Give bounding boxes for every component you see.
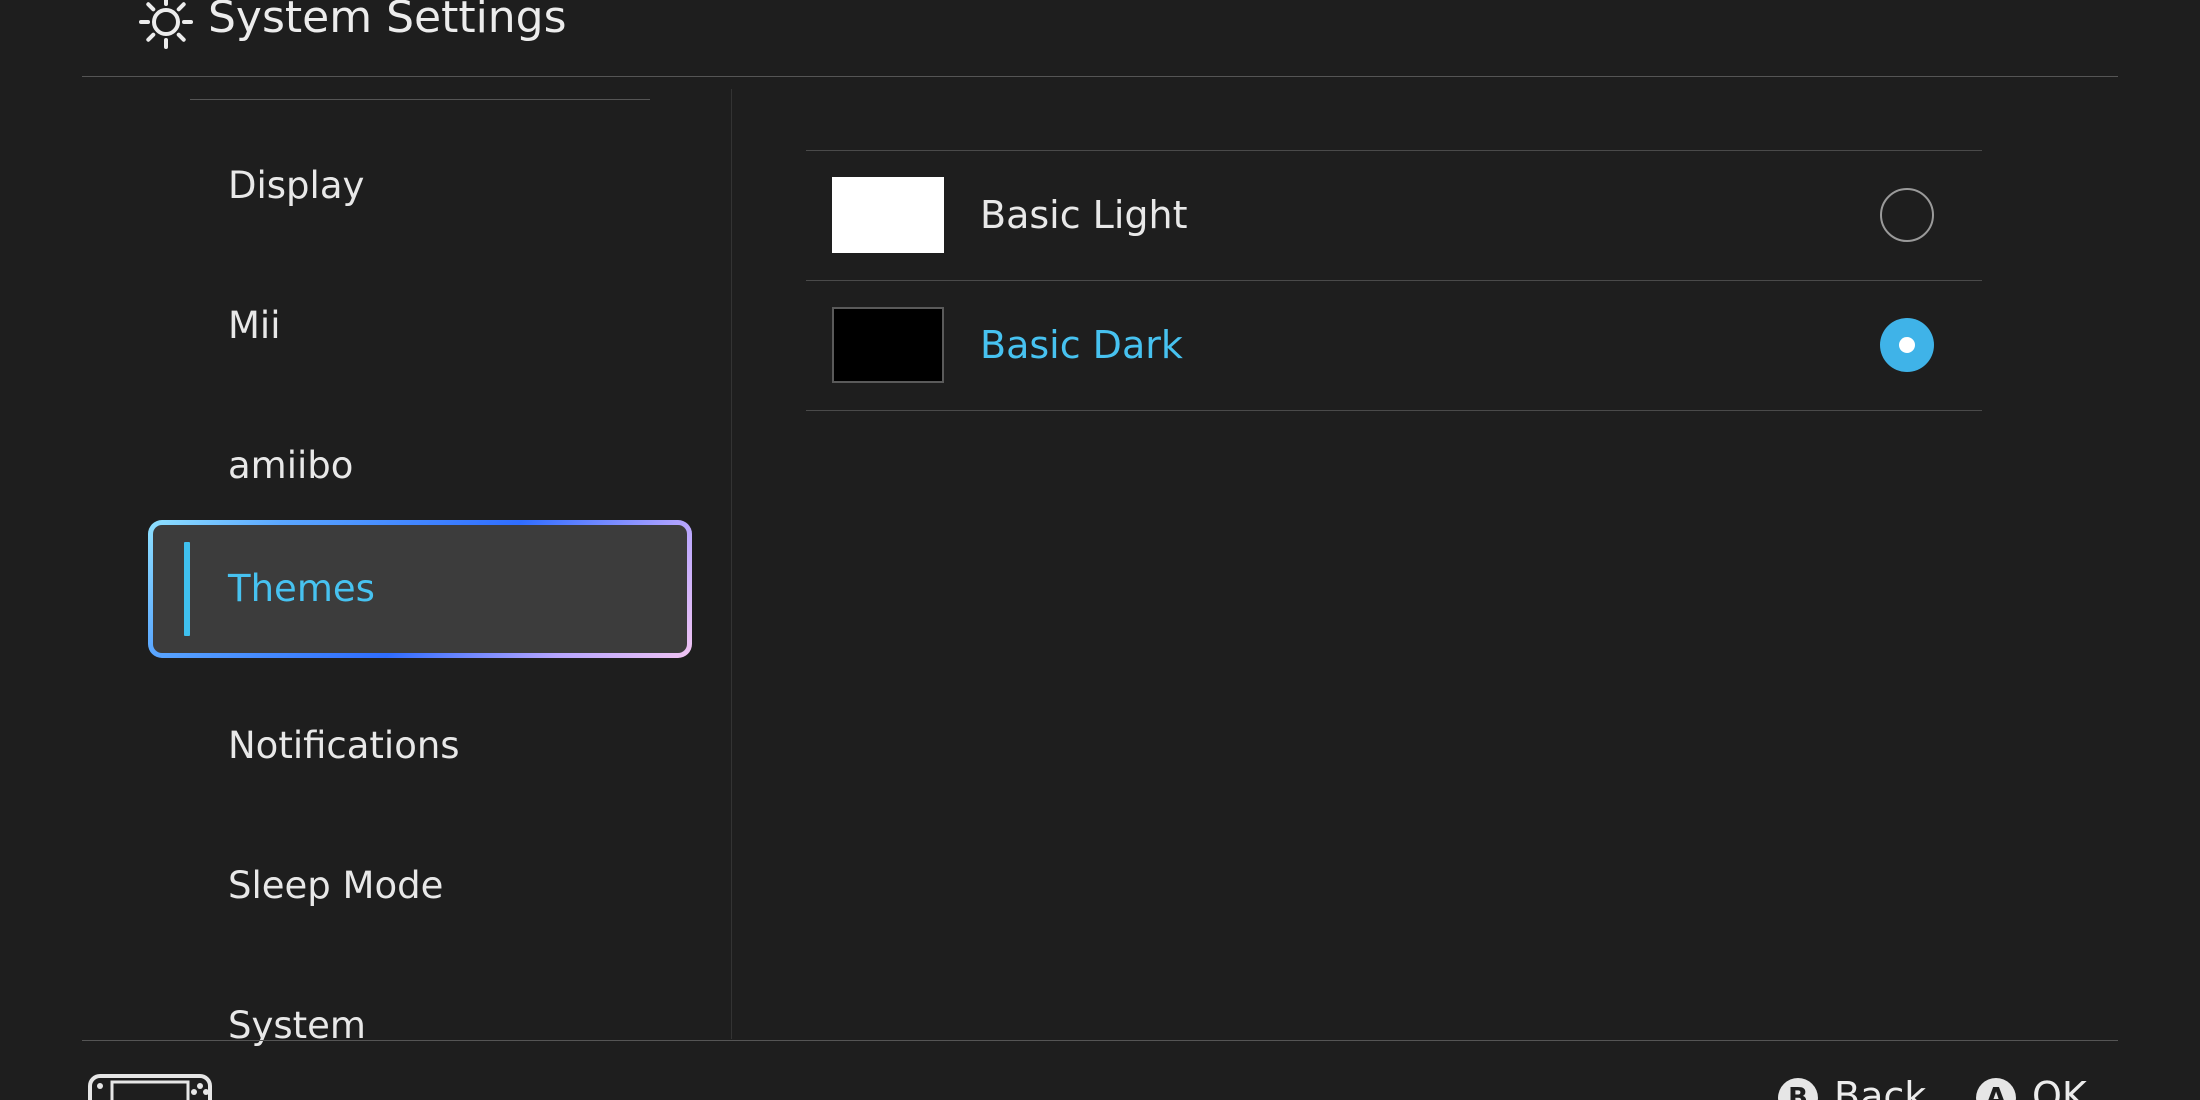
- sidebar-item-label: amiibo: [228, 444, 354, 487]
- gear-icon: [139, 0, 193, 49]
- radio-button-unselected[interactable]: [1880, 188, 1934, 242]
- sidebar-item-notifications[interactable]: Notifications: [0, 681, 732, 811]
- selection-indicator: [184, 542, 190, 636]
- header: System Settings: [0, 0, 2200, 76]
- console-icon: [88, 1074, 212, 1100]
- back-button[interactable]: B Back: [1778, 1074, 1926, 1100]
- sidebar-divider: [731, 89, 732, 1039]
- sidebar-item-label: System: [228, 1004, 366, 1047]
- b-button-icon: B: [1778, 1078, 1818, 1100]
- page-title: System Settings: [208, 0, 567, 43]
- sidebar-item-sleep-mode[interactable]: Sleep Mode: [0, 821, 732, 951]
- ok-label: OK: [2032, 1074, 2087, 1100]
- a-button-icon: A: [1976, 1078, 2016, 1100]
- sidebar-item-display[interactable]: Display: [0, 121, 732, 251]
- theme-option-label: Basic Light: [980, 193, 1188, 237]
- option-divider: [806, 410, 1982, 411]
- sidebar-item-themes[interactable]: Themes: [0, 520, 732, 658]
- sidebar-top-divider: [190, 99, 650, 100]
- sidebar-item-label: Display: [228, 164, 365, 207]
- sidebar-item-mii[interactable]: Mii: [0, 261, 732, 391]
- theme-swatch-light: [832, 177, 944, 253]
- theme-option-basic-dark[interactable]: Basic Dark: [806, 281, 1982, 409]
- ok-button[interactable]: A OK: [1976, 1074, 2087, 1100]
- footer-divider: [82, 1040, 2118, 1041]
- sidebar-item-label: Notifications: [228, 724, 460, 767]
- system-settings-screen: System Settings Display Mii amiibo Theme…: [0, 0, 2200, 1100]
- sidebar-item-label: Mii: [228, 304, 281, 347]
- theme-swatch-dark: [832, 307, 944, 383]
- radio-dot: [1899, 337, 1915, 353]
- radio-button-selected[interactable]: [1880, 318, 1934, 372]
- sidebar-item-amiibo[interactable]: amiibo: [0, 401, 732, 531]
- sidebar-item-system[interactable]: System: [0, 961, 732, 1091]
- sidebar-item-label: Themes: [228, 567, 375, 610]
- theme-option-label: Basic Dark: [980, 323, 1183, 367]
- theme-option-basic-light[interactable]: Basic Light: [806, 151, 1982, 279]
- back-label: Back: [1834, 1074, 1927, 1100]
- sidebar-item-label: Sleep Mode: [228, 864, 444, 907]
- sidebar: Display Mii amiibo Themes Notifications …: [0, 77, 732, 1047]
